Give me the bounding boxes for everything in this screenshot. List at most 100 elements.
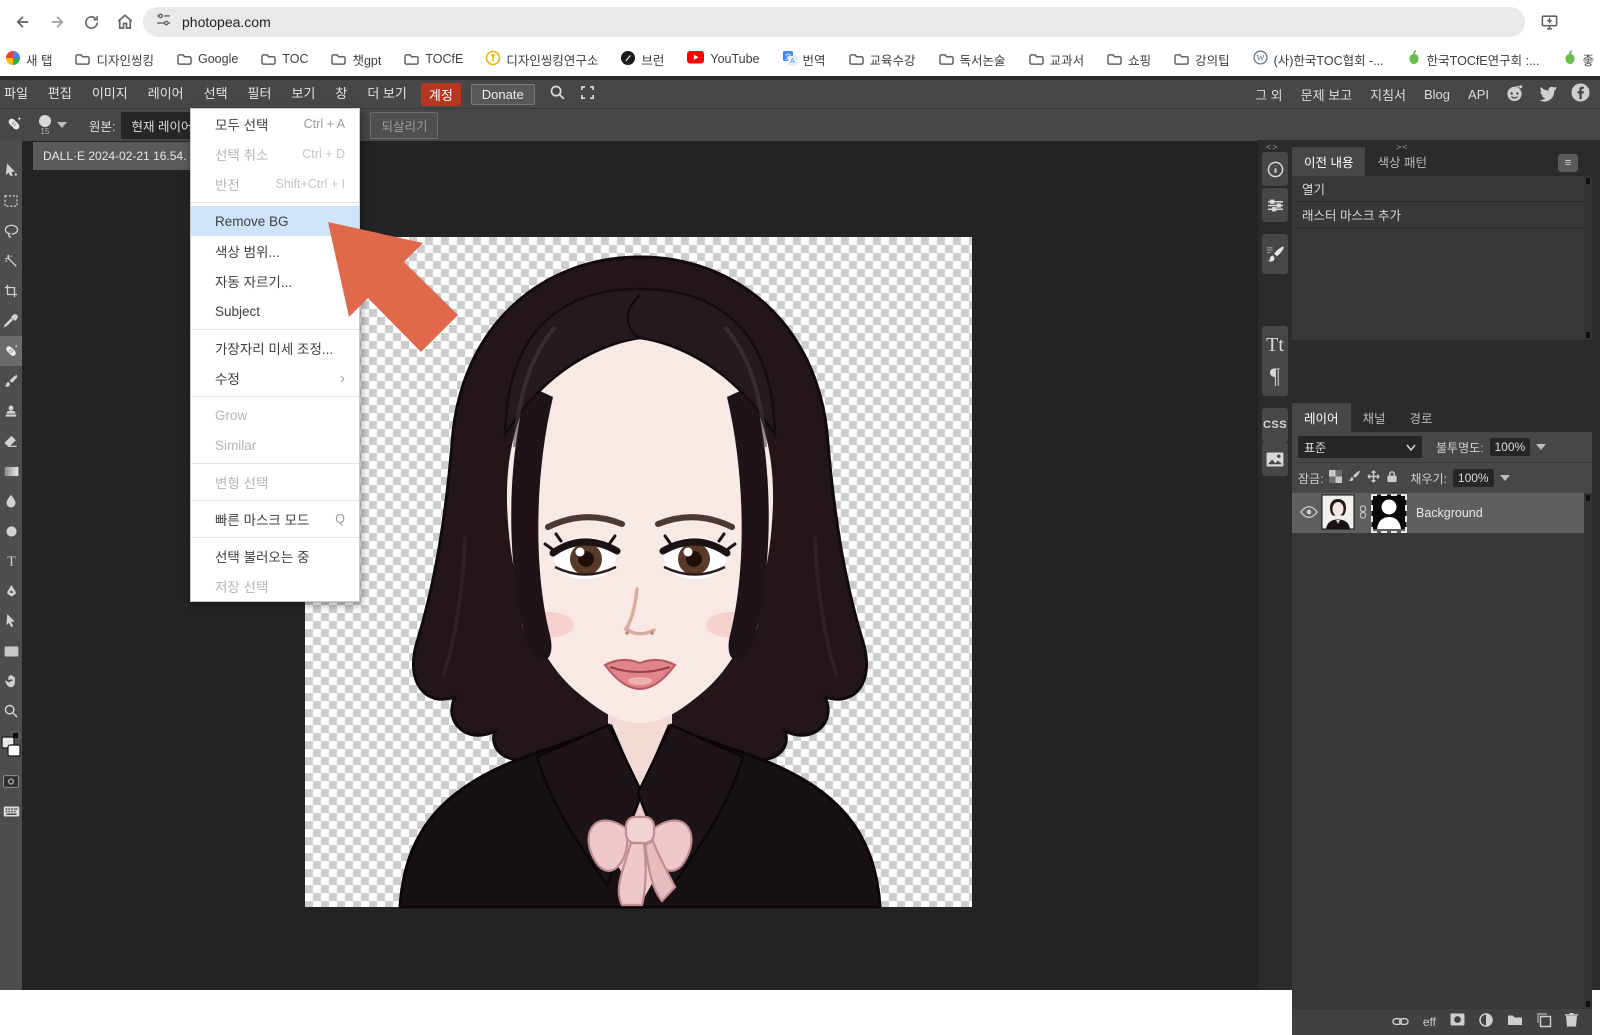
lock-all-icon[interactable]	[1386, 470, 1398, 486]
type-tool[interactable]: T	[0, 546, 22, 576]
adjustments-panel-button[interactable]	[1262, 188, 1288, 222]
hand-tool[interactable]	[0, 666, 22, 696]
menu-item-auto-crop[interactable]: 자동 자르기...	[191, 266, 359, 296]
layer-mask-link-icon[interactable]	[1358, 504, 1368, 522]
collapse-handle[interactable]: <>	[1266, 142, 1279, 152]
account-button[interactable]: 계정	[420, 82, 461, 106]
color-swatches[interactable]	[0, 726, 22, 766]
layer-thumbnail[interactable]	[1321, 494, 1355, 532]
menu-file[interactable]: 파일	[0, 80, 38, 108]
bookmark-folder[interactable]: TOCfE	[404, 52, 463, 66]
brush-tool[interactable]	[0, 366, 22, 396]
keyboard-icon[interactable]	[0, 796, 22, 826]
opacity-value[interactable]: 100%	[1489, 438, 1531, 456]
menu-manual[interactable]: 지침서	[1361, 85, 1415, 104]
bookmark-item[interactable]: 디자인씽킹연구소	[486, 50, 598, 69]
history-scrollbar[interactable]	[1584, 176, 1592, 340]
move-tool[interactable]	[0, 156, 22, 186]
url-text[interactable]: photopea.com	[182, 14, 271, 30]
back-icon[interactable]	[6, 5, 40, 39]
zoom-tool[interactable]	[0, 696, 22, 726]
revert-button[interactable]: 되살리기	[370, 111, 439, 139]
bookmark-item[interactable]: 文A 번역	[782, 50, 826, 69]
menu-item-remove-bg[interactable]: Remove BG	[191, 206, 359, 236]
history-panel-menu-icon[interactable]: ≡	[1558, 154, 1578, 172]
character-panel-icon[interactable]: Tt	[1266, 334, 1284, 357]
menu-image[interactable]: 이미지	[82, 80, 138, 108]
menu-view[interactable]: 보기	[281, 80, 325, 108]
donate-button[interactable]: Donate	[470, 83, 535, 105]
menu-more[interactable]: 더 보기	[357, 80, 417, 108]
bookmark-folder[interactable]: TOC	[261, 52, 308, 66]
path-select-tool[interactable]	[0, 606, 22, 636]
menu-item-similar[interactable]: Similar	[191, 430, 359, 460]
menu-other[interactable]: 그 외	[1246, 85, 1292, 104]
menu-item-invert[interactable]: 반전 Shift+Ctrl + I	[191, 169, 359, 199]
link-layers-icon[interactable]	[1392, 1013, 1409, 1031]
spot-healing-tool[interactable]	[0, 336, 22, 366]
reload-icon[interactable]	[74, 5, 108, 39]
bookmark-item[interactable]: YouTube	[687, 51, 760, 67]
magic-wand-tool[interactable]	[0, 246, 22, 276]
home-icon[interactable]	[108, 5, 142, 39]
crop-tool[interactable]	[0, 276, 22, 306]
menu-window[interactable]: 창	[325, 80, 357, 108]
site-info-icon[interactable]	[155, 11, 172, 33]
new-folder-icon[interactable]	[1507, 1013, 1523, 1031]
delete-layer-icon[interactable]	[1565, 1012, 1578, 1032]
menu-item-save-selection[interactable]: 저장 선택	[191, 571, 359, 601]
fill-caret-icon[interactable]	[1499, 475, 1510, 481]
brush-size-widget[interactable]: 15	[37, 114, 53, 136]
facebook-icon[interactable]	[1571, 83, 1590, 105]
bookmark-folder[interactable]: 디자인씽킹	[75, 50, 154, 69]
bookmark-item[interactable]: 한국TOCfE연구회 :...	[1407, 50, 1540, 69]
blend-mode-select[interactable]: 표준	[1298, 436, 1422, 458]
menu-item-quick-mask[interactable]: 빠른 마스크 모드 Q	[191, 504, 359, 534]
gradient-tool[interactable]	[0, 456, 22, 486]
lasso-tool[interactable]	[0, 216, 22, 246]
history-entry[interactable]: 열기	[1292, 176, 1592, 202]
canvas[interactable]	[305, 237, 972, 909]
opacity-caret-icon[interactable]	[1536, 444, 1547, 450]
menu-item-load-selection[interactable]: 선택 불러오는 중	[191, 541, 359, 571]
bookmark-item[interactable]: 브런	[621, 50, 664, 69]
bookmark-folder[interactable]: Google	[177, 52, 238, 66]
add-mask-icon[interactable]	[1450, 1013, 1465, 1031]
menu-item-modify[interactable]: 수정 ›	[191, 363, 359, 393]
bookmark-folder[interactable]: 챗gpt	[331, 50, 381, 69]
menu-layer[interactable]: 레이어	[138, 80, 194, 108]
paragraph-panel-icon[interactable]: ¶	[1270, 363, 1280, 389]
lock-position-icon[interactable]	[1367, 470, 1380, 486]
bookmark-item[interactable]: 새 탭	[6, 50, 52, 69]
bookmark-folder[interactable]: 쇼핑	[1107, 50, 1151, 69]
new-layer-icon[interactable]	[1537, 1012, 1552, 1032]
twitter-icon[interactable]	[1538, 84, 1557, 104]
history-entry[interactable]: 래스터 마스크 추가	[1292, 202, 1592, 228]
tab-channels[interactable]: 채널	[1351, 403, 1398, 432]
adjustment-layer-icon[interactable]	[1479, 1012, 1493, 1032]
css-panel-button[interactable]: CSS	[1262, 408, 1288, 442]
search-icon[interactable]	[549, 84, 566, 104]
bookmark-folder[interactable]: 강의팁	[1174, 50, 1230, 69]
forward-icon[interactable]	[40, 5, 74, 39]
menu-report[interactable]: 문제 보고	[1292, 85, 1361, 104]
document-tab[interactable]: DALL·E 2024-02-21 16.54.	[33, 142, 199, 170]
fullscreen-icon[interactable]	[580, 85, 595, 103]
brush-size-caret-icon[interactable]	[57, 122, 67, 128]
menu-item-select-all[interactable]: 모두 선택 Ctrl + A	[191, 109, 359, 139]
eyedropper-tool[interactable]	[0, 306, 22, 336]
layer-name[interactable]: Background	[1416, 506, 1483, 520]
layer-effects-button[interactable]: eff	[1423, 1015, 1436, 1029]
address-bar[interactable]: photopea.com	[143, 7, 1525, 37]
menu-filter[interactable]: 필터	[238, 80, 282, 108]
menu-select[interactable]: 선택	[194, 80, 238, 108]
shape-tool[interactable]	[0, 636, 22, 666]
info-panel-button[interactable]	[1262, 152, 1288, 186]
layer-row-background[interactable]: Background	[1292, 493, 1592, 533]
menu-item-color-range[interactable]: 색상 범위...	[191, 236, 359, 266]
bookmark-folder[interactable]: 교육수강	[848, 50, 916, 69]
edit-brush-panel-button[interactable]	[1262, 234, 1288, 274]
reddit-icon[interactable]	[1505, 83, 1524, 105]
menu-item-deselect[interactable]: 선택 취소 Ctrl + D	[191, 139, 359, 169]
bookmark-item[interactable]: 좋	[1563, 50, 1594, 69]
